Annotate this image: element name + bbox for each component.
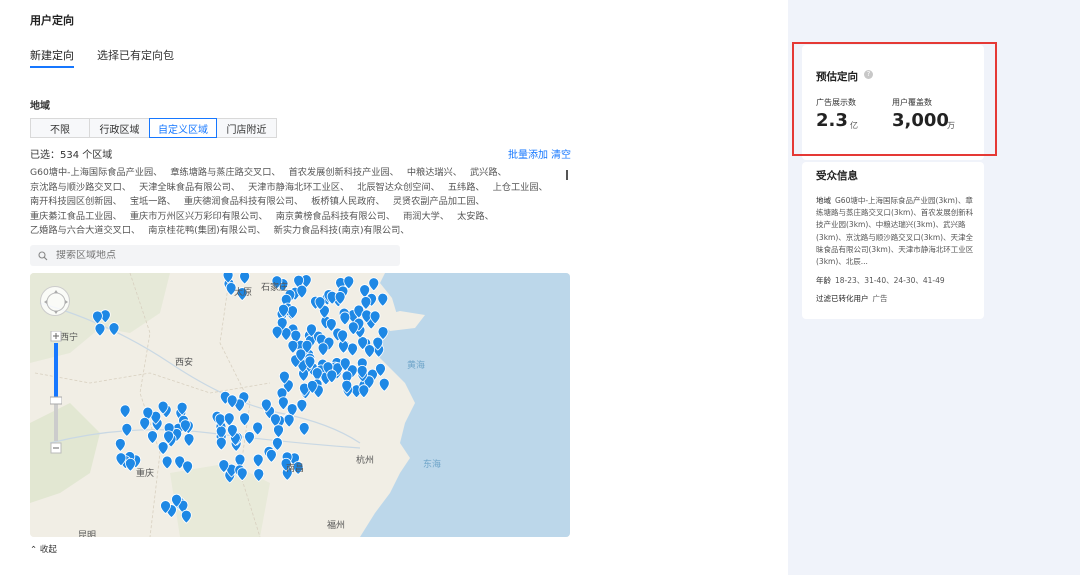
area-item: 乙婚路与六合大道交叉口、 xyxy=(30,225,141,237)
area-item: 五纬路、 xyxy=(447,181,485,193)
batch-add-link[interactable]: 批量添加 xyxy=(508,146,548,161)
area-item: 重庆綦江食品工业园、 xyxy=(30,210,122,222)
area-item: 南开科技园区创新园、 xyxy=(30,196,122,208)
area-item: 中粮达瑞兴、 xyxy=(406,167,462,178)
selected-count: 已选：534 个区域 xyxy=(30,150,113,161)
area-item: 宝坻一路、 xyxy=(129,196,176,208)
pan-arrows-icon xyxy=(44,290,68,314)
area-item: 板桥镇人民政府、 xyxy=(311,196,385,208)
tab-new-targeting[interactable]: 新建定向 xyxy=(30,47,74,63)
audience-filter: 过滤已转化用户 广告 xyxy=(816,293,888,304)
area-item: 太安路、 xyxy=(457,210,494,222)
area-item: 章练塘路与蒸庄路交叉口、 xyxy=(170,167,281,178)
selected-area-list: G60塘中-上海国际食品产业园、 章练塘路与蒸庄路交叉口、 首农发展创新科技产业园、… xyxy=(30,166,560,240)
area-item: 天津市静海北环工业区、 xyxy=(248,181,350,193)
area-item: 南京黄榜食品科技有限公司、 xyxy=(275,210,396,222)
map-city-label: 福州 xyxy=(327,521,346,531)
audience-age-value: 18-23、31-40、24-30、41-49 xyxy=(835,276,945,285)
audience-region-key: 地域 xyxy=(816,196,831,205)
area-item: G60塘中-上海国际食品产业园、 xyxy=(30,167,163,178)
map-pan-control[interactable] xyxy=(40,286,70,316)
estimate-title: 预估定向 xyxy=(816,71,858,83)
area-item: 重庆市万州区兴万彩印有限公司、 xyxy=(129,210,268,222)
region-map[interactable]: 太原 石家庄西宁西安南昌 杭州福州 重庆昆明 黄海东海 xyxy=(30,273,570,537)
area-item: 新实力食品科技(南京)有限公司、 xyxy=(273,225,410,237)
tab-underline xyxy=(30,66,74,68)
area-item: 雨润大学、 xyxy=(403,210,450,222)
area-item: 重庆德润食品科技有限公司、 xyxy=(183,196,304,208)
audience-age: 年龄 18-23、31-40、24-30、41-49 xyxy=(816,275,945,286)
search-icon xyxy=(38,250,48,260)
segment-admin-region[interactable]: 行政区域 xyxy=(89,118,150,138)
impressions-label: 广告展示数 xyxy=(816,98,856,107)
tab-existing-package[interactable]: 选择已有定向包 xyxy=(97,47,174,63)
list-scrollbar[interactable] xyxy=(566,170,568,180)
area-item: 南京桂花鸭(集团)有限公司、 xyxy=(148,225,266,237)
audience-region-value: G60塘中-上海国际食品产业园(3km)、章练塘路与蒸庄路交叉口(3km)、首农… xyxy=(816,196,974,267)
area-item: 上仓工业园、 xyxy=(492,181,548,193)
map-city-label: 南昌 xyxy=(286,464,305,474)
impressions-value: 2.3 xyxy=(816,110,848,131)
map-terrain xyxy=(30,273,570,537)
map-sea-label: 东海 xyxy=(423,460,442,470)
question-circle-icon[interactable]: ? xyxy=(864,70,873,79)
segment-near-store[interactable]: 门店附近 xyxy=(216,118,277,138)
collapse-button[interactable]: ⌃ 收起 xyxy=(30,543,57,555)
users-unit: 万 xyxy=(947,121,955,130)
map-city-label: 石家庄 xyxy=(261,283,289,293)
audience-filter-value: 广告 xyxy=(872,294,888,303)
chevron-up-icon: ⌃ xyxy=(30,545,38,555)
audience-age-key: 年龄 xyxy=(816,276,831,285)
map-city-label: 西安 xyxy=(175,358,194,368)
map-city-label: 西宁 xyxy=(60,333,79,343)
zoom-slider-track xyxy=(49,330,63,454)
users-label: 用户覆盖数 xyxy=(892,98,932,107)
clear-link[interactable]: 清空 xyxy=(551,146,571,161)
audience-region: 地域 G60塘中-上海国际食品产业园(3km)、章练塘路与蒸庄路交叉口(3km)、… xyxy=(816,195,976,268)
area-item: 灵贤农副产品加工园、 xyxy=(392,196,485,208)
users-value: 3,000 xyxy=(892,110,949,131)
area-item: 天津全昧食品有限公司、 xyxy=(139,181,241,193)
segment-unlimited[interactable]: 不限 xyxy=(30,118,90,138)
area-item: 武兴路、 xyxy=(470,167,507,178)
area-item: 北辰智达众创空间、 xyxy=(357,181,440,193)
area-item: 京沈路与顺沙路交叉口、 xyxy=(30,181,132,193)
collapse-label: 收起 xyxy=(39,545,57,555)
section-title: 用户定向 xyxy=(30,14,74,27)
search-input[interactable] xyxy=(56,250,356,261)
map-city-label: 太原 xyxy=(234,288,253,298)
segment-custom-region[interactable]: 自定义区域 xyxy=(149,118,217,138)
map-city-label: 重庆 xyxy=(136,469,155,479)
map-sea-label: 黄海 xyxy=(407,361,426,371)
impressions-unit: 亿 xyxy=(850,121,858,130)
search-box[interactable] xyxy=(30,245,400,266)
map-zoom-slider[interactable] xyxy=(49,330,63,456)
region-label: 地域 xyxy=(30,101,50,112)
map-city-label: 昆明 xyxy=(78,531,97,537)
audience-filter-key: 过滤已转化用户 xyxy=(816,294,869,303)
audience-title: 受众信息 xyxy=(816,170,858,182)
map-city-label: 杭州 xyxy=(356,456,375,466)
area-item: 首农发展创新科技产业园、 xyxy=(288,167,399,178)
